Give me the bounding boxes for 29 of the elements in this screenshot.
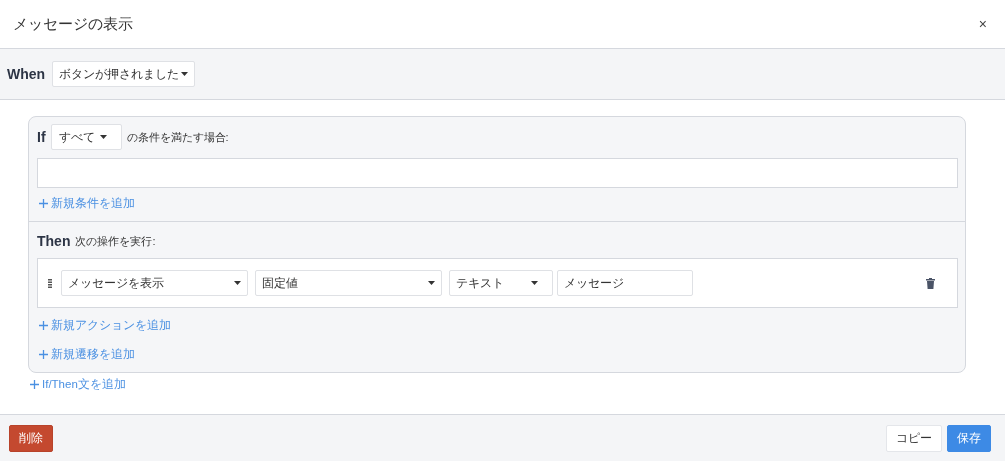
caret-icon — [234, 281, 241, 285]
dialog-title: メッセージの表示 — [13, 14, 134, 34]
delete-button[interactable]: 削除 — [9, 424, 53, 452]
action-dropdown[interactable]: メッセージを表示 — [61, 270, 248, 296]
action-text: 次の操作を実行: — [75, 233, 156, 249]
copy-button[interactable]: コピー — [886, 424, 942, 452]
plus-icon — [39, 199, 48, 208]
plus-icon — [39, 321, 48, 330]
plus-icon — [39, 350, 48, 359]
condition-text: の条件を満たす場合: — [126, 129, 229, 145]
caret-icon — [181, 72, 189, 76]
action-dropdown[interactable]: テキスト — [449, 270, 553, 296]
drag-handle-icon — [48, 278, 52, 288]
trash-icon — [926, 277, 935, 289]
caret-icon — [428, 281, 435, 285]
add-if-then-link[interactable]: If/Then文を追加 — [28, 373, 128, 396]
then-label: Then — [37, 233, 71, 249]
caret-icon — [99, 135, 107, 139]
trigger-dropdown[interactable]: ボタンが押されました — [52, 61, 196, 87]
close-button[interactable]: × — [974, 16, 991, 32]
caret-icon — [531, 281, 538, 285]
if-label: If — [37, 129, 46, 145]
message-field[interactable]: メッセージ — [557, 270, 693, 296]
action-dropdown[interactable]: 固定値 — [255, 270, 442, 296]
save-button[interactable]: 保存 — [947, 424, 991, 452]
condition-field[interactable] — [37, 158, 958, 188]
plus-icon — [30, 380, 39, 389]
when-label: When — [7, 66, 46, 82]
match-dropdown[interactable]: すべて — [50, 124, 122, 150]
